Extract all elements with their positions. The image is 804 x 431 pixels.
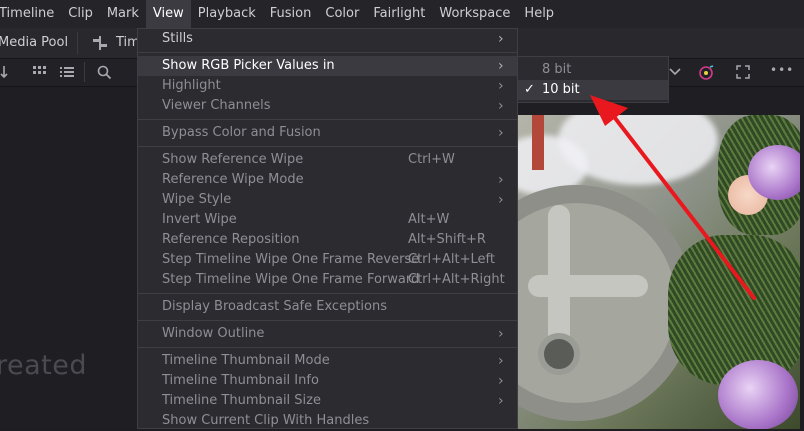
menu-item-label: Show Current Clip With Handles [162,413,370,428]
menu-item-broadcast-safe[interactable]: Display Broadcast Safe Exceptions [138,297,517,317]
menu-item-label: Step Timeline Wipe One Frame Reverse [162,252,420,267]
menu-playback[interactable]: Playback [191,0,263,28]
menu-item-label: Show RGB Picker Values in [162,58,335,73]
menu-item-label: Reference Reposition [162,232,300,247]
menu-separator [138,347,517,348]
menu-item-step-wipe-forward[interactable]: Step Timeline Wipe One Frame Forward Ctr… [138,270,517,290]
submenu-item-label: 10 bit [542,82,580,97]
search-icon[interactable] [97,65,112,83]
more-options-icon[interactable]: ••• [770,63,794,77]
menu-item-step-wipe-reverse[interactable]: Step Timeline Wipe One Frame Reverse Ctr… [138,250,517,270]
sort-icon[interactable] [0,65,14,82]
menu-item-shortcut: Alt+W [408,212,450,227]
viewer-pine [668,235,800,385]
menu-item-shortcut: Ctrl+Alt+Left [408,252,495,267]
menu-item-show-rgb-picker-values[interactable]: Show RGB Picker Values in › [138,56,517,76]
menu-item-bypass-color-fusion[interactable]: Bypass Color and Fusion › [138,123,517,143]
menu-fairlight[interactable]: Fairlight [366,0,432,28]
menu-item-label: Highlight [162,78,221,93]
submenu-item-8-bit[interactable]: 8 bit [518,60,668,80]
chevron-right-icon: › [498,326,504,342]
menu-item-label: Timeline Thumbnail Mode [162,353,330,368]
viewer-flower [718,360,798,429]
menu-item-shortcut: Alt+Shift+R [408,232,486,247]
media-pool-button[interactable]: Media Pool [0,35,68,50]
submenu-item-label: 8 bit [542,62,572,77]
menu-clip[interactable]: Clip [61,0,100,28]
menu-item-label: Timeline Thumbnail Size [162,393,321,408]
menu-item-stills[interactable]: Stills › [138,29,517,49]
list-view-icon[interactable] [60,66,74,81]
menu-view[interactable]: View [145,0,191,28]
menu-item-reference-wipe-mode[interactable]: Reference Wipe Mode › [138,170,517,190]
menu-item-label: Window Outline [162,326,265,341]
menu-item-thumbnail-info[interactable]: Timeline Thumbnail Info › [138,371,517,391]
viewer-spoke [528,275,648,297]
toolbar-divider [84,62,85,82]
rgb-picker-submenu: 8 bit ✓ 10 bit [517,56,669,103]
menu-item-label: Stills [162,31,193,46]
menu-item-label: Step Timeline Wipe One Frame Forward [162,272,420,287]
viewer-image [518,115,800,429]
checkmark-icon: ✓ [524,82,535,97]
menu-item-label: Show Reference Wipe [162,152,304,167]
menu-help[interactable]: Help [517,0,561,28]
menu-separator [138,320,517,321]
menu-item-highlight[interactable]: Highlight › [138,76,517,96]
menu-item-label: Reference Wipe Mode [162,172,304,187]
empty-state-text: reated [0,350,88,381]
chevron-right-icon: › [498,78,504,94]
menu-fusion[interactable]: Fusion [263,0,319,28]
menu-item-label: Bypass Color and Fusion [162,125,321,140]
menu-item-label: Display Broadcast Safe Exceptions [162,299,387,314]
menu-item-label: Timeline Thumbnail Info [162,373,319,388]
menu-item-shortcut: Ctrl+W [408,152,455,167]
viewer-flower [748,145,800,200]
menu-item-show-clip-handles[interactable]: Show Current Clip With Handles [138,411,517,431]
view-menu-dropdown: Stills › Show RGB Picker Values in › Hig… [137,28,518,429]
chevron-right-icon: › [498,98,504,114]
menu-item-label: Viewer Channels [162,98,271,113]
chevron-right-icon: › [498,353,504,369]
menu-item-show-reference-wipe[interactable]: Show Reference Wipe Ctrl+W [138,150,517,170]
grid-view-icon[interactable] [33,66,47,81]
menu-item-reference-reposition[interactable]: Reference Reposition Alt+Shift+R [138,230,517,250]
chevron-right-icon: › [498,393,504,409]
chevron-right-icon: › [498,125,504,141]
color-picker-icon[interactable] [697,64,715,85]
menu-item-label: Wipe Style [162,192,232,207]
menu-mark[interactable]: Mark [100,0,146,28]
toolbar-divider [77,32,78,54]
menu-item-label: Invert Wipe [162,212,237,227]
chevron-down-icon[interactable] [669,66,681,80]
menubar: Timeline Clip Mark View Playback Fusion … [0,0,804,28]
viewer-stick [532,115,544,170]
menu-color[interactable]: Color [318,0,366,28]
timeline-icon[interactable] [92,36,108,53]
chevron-right-icon: › [498,172,504,188]
menu-item-viewer-channels[interactable]: Viewer Channels › [138,96,517,116]
menu-workspace[interactable]: Workspace [432,0,517,28]
menu-item-wipe-style[interactable]: Wipe Style › [138,190,517,210]
menu-timeline[interactable]: Timeline [0,0,61,28]
menu-separator [138,119,517,120]
menu-item-invert-wipe[interactable]: Invert Wipe Alt+W [138,210,517,230]
chevron-right-icon: › [498,373,504,389]
menu-item-shortcut: Ctrl+Alt+Right [408,272,505,287]
menu-separator [138,52,517,53]
menu-item-window-outline[interactable]: Window Outline › [138,324,517,344]
menu-item-thumbnail-size[interactable]: Timeline Thumbnail Size › [138,391,517,411]
viewer-hub [538,333,580,375]
chevron-right-icon: › [498,31,504,47]
fullscreen-icon[interactable] [736,65,750,82]
submenu-item-10-bit[interactable]: ✓ 10 bit [518,80,668,100]
chevron-right-icon: › [498,192,504,208]
menu-item-thumbnail-mode[interactable]: Timeline Thumbnail Mode › [138,351,517,371]
menu-separator [138,293,517,294]
menu-separator [138,146,517,147]
chevron-right-icon: › [498,58,504,74]
